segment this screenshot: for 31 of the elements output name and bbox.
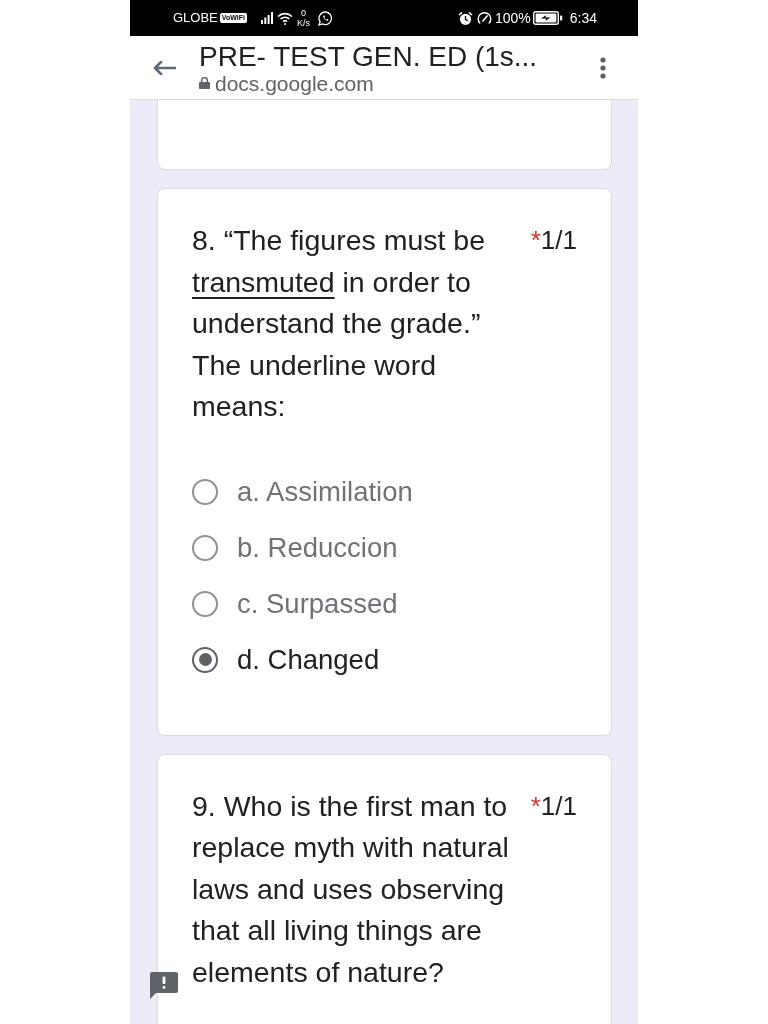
radio-button[interactable] xyxy=(192,590,218,617)
option-label[interactable]: a. Assimilation xyxy=(237,475,413,508)
radio-button[interactable] xyxy=(192,646,218,673)
more-options-icon xyxy=(600,56,606,79)
score-text: 1/1 xyxy=(540,789,577,823)
question-text: 9. Who is the first man to replace myth with natural laws and uses observing that all living things are elements of nature? xyxy=(192,788,510,990)
score-text: 1/1 xyxy=(540,224,577,257)
required-asterisk: * xyxy=(530,224,541,257)
radio-button[interactable] xyxy=(192,534,218,561)
battery-percentage: 100% xyxy=(494,10,531,26)
clock-time: 6:34 xyxy=(569,10,597,26)
lock-icon xyxy=(199,77,210,89)
gauge-icon xyxy=(476,11,492,25)
option-label[interactable]: d. Changed xyxy=(237,643,380,676)
wifi-icon xyxy=(276,11,293,25)
data-rate-unit: K/s xyxy=(296,18,310,28)
required-asterisk: * xyxy=(530,789,541,823)
carrier-name: GLOBE xyxy=(173,10,218,26)
data-rate-value: 0 xyxy=(300,8,306,18)
feedback-button[interactable] xyxy=(150,972,178,999)
alarm-clock-icon xyxy=(457,10,473,26)
option-label[interactable]: b. Reduccion xyxy=(237,531,398,564)
radio-button[interactable] xyxy=(192,478,218,505)
back-arrow-icon xyxy=(152,60,176,75)
question-text: 8. “The figures must be transmuted in order to understand the grade.” The underline word means: xyxy=(192,223,487,424)
option-label[interactable]: c. Surpassed xyxy=(237,587,398,620)
chat-bubble-icon xyxy=(317,10,333,26)
signal-icon xyxy=(260,12,273,24)
page-url: docs.google.com xyxy=(215,71,374,95)
page-title: PRE- TEST GEN. ED (1s... xyxy=(199,40,538,72)
battery-charging-icon xyxy=(532,11,563,25)
